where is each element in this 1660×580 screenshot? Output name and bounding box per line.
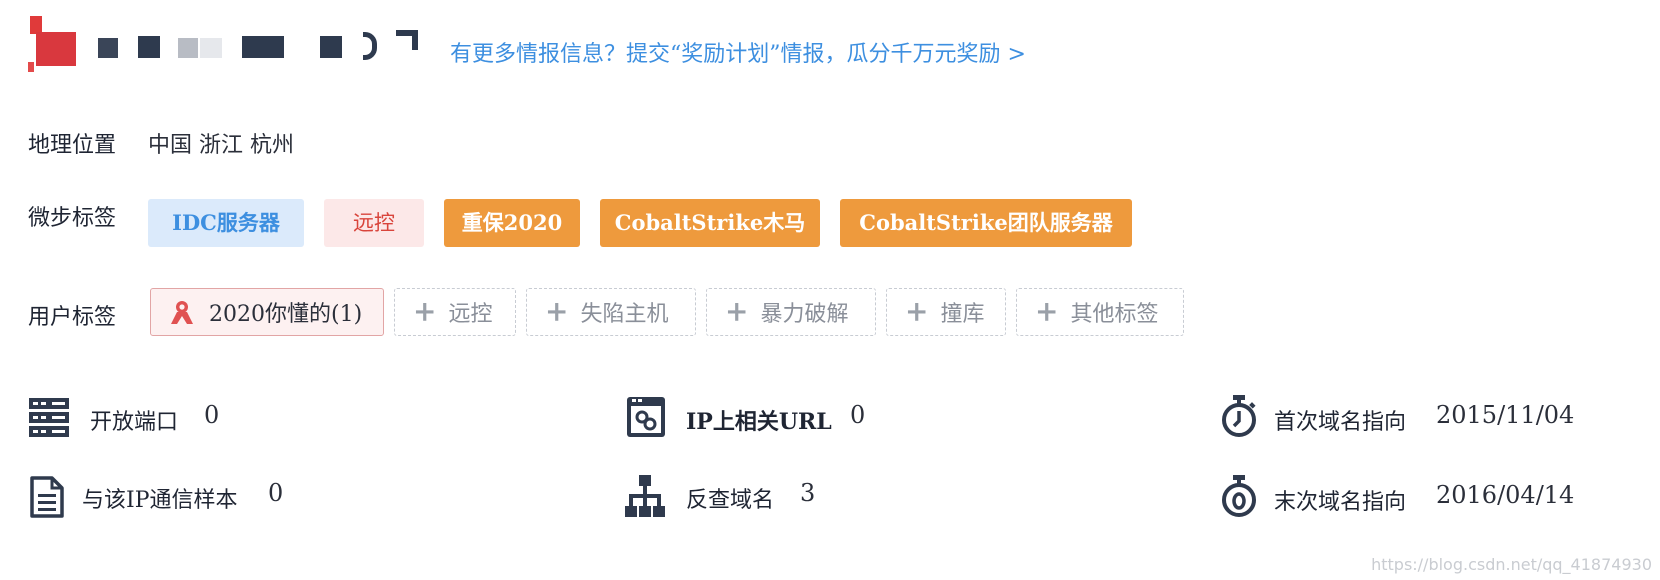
add-tag-brute-force[interactable]: + 暴力破解: [706, 288, 876, 336]
tag-idc-server[interactable]: IDC服务器: [148, 199, 304, 247]
add-tag-label: 撞库: [940, 302, 985, 327]
samples-value[interactable]: 0: [268, 479, 283, 507]
last-resolve-label: 末次域名指向: [1274, 490, 1407, 515]
samples-label: 与该IP通信样本: [82, 488, 238, 513]
stopwatch-icon: [1220, 394, 1258, 442]
tag-cobaltstrike-team-server[interactable]: CobaltStrike团队服务器: [840, 199, 1132, 247]
server-icon: [28, 396, 70, 442]
first-resolve-label: 首次域名指向: [1274, 410, 1407, 435]
plus-icon: +: [1035, 295, 1059, 328]
stopwatch-zero-icon: [1220, 474, 1258, 522]
add-tag-label: 暴力破解: [760, 302, 849, 327]
open-ports-label: 开放端口: [90, 410, 179, 435]
plus-icon: +: [905, 295, 929, 328]
reverse-domains-value[interactable]: 3: [800, 479, 815, 507]
user-tags-label: 用户标签: [28, 305, 117, 330]
add-tag-label: 其他标签: [1070, 302, 1159, 327]
link-window-icon: [626, 396, 666, 442]
user-tag-owned[interactable]: 2020你懂的(1): [150, 288, 384, 336]
user-tag-owned-text: 2020你懂的(1): [209, 302, 363, 327]
watermark: https://blog.csdn.net/qq_41874930: [1371, 555, 1652, 574]
add-tag-other[interactable]: + 其他标签: [1016, 288, 1184, 336]
reverse-domains-label: 反查域名: [686, 488, 775, 513]
plus-icon: +: [725, 295, 749, 328]
tag-protection-2020[interactable]: 重保2020: [444, 199, 580, 247]
add-tag-label: 失陷主机: [580, 302, 669, 327]
tag-cobaltstrike-trojan[interactable]: CobaltStrike木马: [600, 199, 820, 247]
first-resolve-value: 2015/11/04: [1436, 401, 1575, 429]
related-urls-label: IP上相关URL: [686, 409, 832, 435]
related-urls-value[interactable]: 0: [850, 401, 865, 429]
add-tag-label: 远控: [448, 302, 493, 327]
reward-program-link[interactable]: 有更多情报信息？提交“奖励计划”情报，瓜分千万元奖励 >: [450, 36, 1026, 68]
hierarchy-icon: [624, 474, 666, 522]
last-resolve-value: 2016/04/14: [1436, 481, 1575, 509]
add-tag-compromised-host[interactable]: + 失陷主机: [526, 288, 696, 336]
tag-remote-control[interactable]: 远控: [324, 199, 424, 247]
plus-icon: +: [545, 295, 569, 328]
open-ports-value[interactable]: 0: [204, 401, 219, 429]
user-person-icon: [169, 299, 195, 325]
document-icon: [30, 476, 64, 522]
plus-icon: +: [413, 295, 437, 328]
redacted-ip-address: [28, 14, 438, 74]
threat-tags-label: 微步标签: [28, 206, 117, 231]
location-label: 地理位置: [28, 133, 117, 158]
add-tag-remote-control[interactable]: + 远控: [394, 288, 516, 336]
location-value: 中国 浙江 杭州: [148, 133, 294, 158]
add-tag-credential-stuffing[interactable]: + 撞库: [886, 288, 1006, 336]
